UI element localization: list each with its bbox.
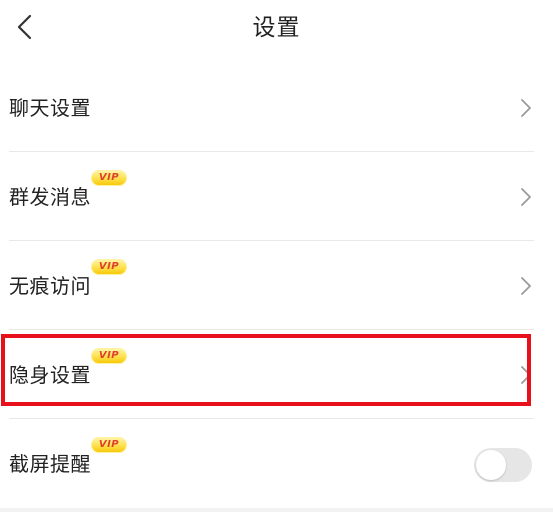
row-label: 截屏提醒 xyxy=(9,452,91,476)
row-label: 无痕访问 xyxy=(9,274,91,298)
vip-badge-icon: VIP xyxy=(91,259,127,275)
chevron-right-icon xyxy=(521,188,531,206)
vip-badge-text: VIP xyxy=(98,172,120,183)
settings-row-traceless-visit[interactable]: 无痕访问 VIP xyxy=(0,241,553,330)
bottom-edge xyxy=(0,508,553,512)
settings-row-group-message[interactable]: 群发消息 VIP xyxy=(0,152,553,241)
settings-row-invisible[interactable]: 隐身设置 VIP xyxy=(0,330,553,419)
screenshot-alert-toggle[interactable] xyxy=(474,448,532,482)
toggle-knob xyxy=(476,450,506,480)
vip-badge-text: VIP xyxy=(98,350,120,361)
settings-row-screenshot-alert: 截屏提醒 VIP xyxy=(0,419,553,508)
chevron-right-icon xyxy=(521,99,531,117)
vip-badge-icon: VIP xyxy=(91,348,127,364)
settings-page: 设置 聊天设置 群发消息 VIP 无痕访问 VIP 隐身设置 VIP 截屏提醒 … xyxy=(0,0,553,512)
settings-list: 聊天设置 群发消息 VIP 无痕访问 VIP 隐身设置 VIP 截屏提醒 VIP xyxy=(0,63,553,508)
nav-header: 设置 xyxy=(0,0,553,58)
row-label: 聊天设置 xyxy=(9,96,91,120)
settings-row-chat[interactable]: 聊天设置 xyxy=(0,63,553,152)
row-label: 隐身设置 xyxy=(9,363,91,387)
vip-badge-icon: VIP xyxy=(91,170,127,186)
vip-badge-text: VIP xyxy=(98,261,120,272)
row-label: 群发消息 xyxy=(9,185,91,209)
chevron-right-icon xyxy=(521,277,531,295)
chevron-right-icon xyxy=(521,366,531,384)
vip-badge-text: VIP xyxy=(98,439,120,450)
page-title: 设置 xyxy=(252,15,301,41)
vip-badge-icon: VIP xyxy=(91,437,127,453)
